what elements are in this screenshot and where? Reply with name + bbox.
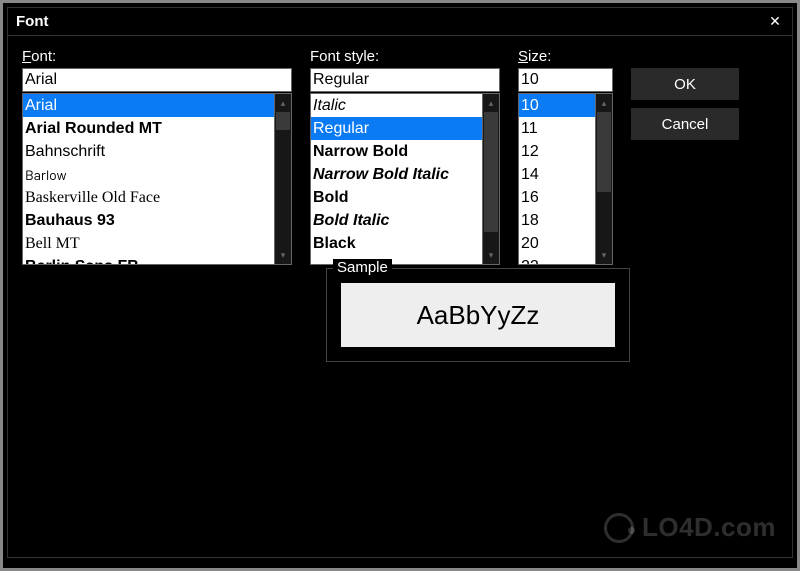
size-column: Size: 1011121416182022 ▴ ▾ — [518, 48, 613, 265]
list-item[interactable]: Black — [311, 232, 482, 255]
style-label: Font style: — [310, 48, 500, 65]
watermark-icon — [604, 513, 634, 543]
watermark: LO4D.com — [604, 512, 776, 543]
size-scrollbar[interactable]: ▴ ▾ — [595, 93, 613, 265]
list-item[interactable]: 12 — [519, 140, 595, 163]
size-label: Size: — [518, 48, 613, 65]
scroll-up-icon[interactable]: ▴ — [275, 94, 291, 112]
style-input[interactable] — [310, 68, 500, 92]
list-item[interactable]: 18 — [519, 209, 595, 232]
font-scrollbar[interactable]: ▴ ▾ — [274, 93, 292, 265]
scroll-thumb[interactable] — [484, 112, 498, 232]
window-title: Font — [16, 13, 48, 30]
list-item[interactable]: 22 — [519, 255, 595, 265]
list-item[interactable]: 14 — [519, 163, 595, 186]
dialog-content: Font: ArialArial Rounded MTBahnschriftBa… — [8, 36, 792, 277]
list-item[interactable]: Arial — [23, 94, 274, 117]
list-item[interactable]: 20 — [519, 232, 595, 255]
list-item[interactable]: Berlin Sans FB — [23, 255, 274, 265]
list-item[interactable]: Italic — [311, 94, 482, 117]
sample-group: Sample AaBbYyZz — [326, 268, 630, 362]
ok-button[interactable]: OK — [631, 68, 739, 100]
list-item[interactable]: Baskerville Old Face — [23, 186, 274, 209]
size-input[interactable] — [518, 68, 613, 92]
list-item[interactable]: Narrow Bold — [311, 140, 482, 163]
list-item[interactable]: 10 — [519, 94, 595, 117]
size-listbox[interactable]: 1011121416182022 ▴ ▾ — [518, 93, 613, 265]
list-item[interactable]: Regular — [311, 117, 482, 140]
style-scrollbar[interactable]: ▴ ▾ — [482, 93, 500, 265]
style-column: Font style: ItalicRegularNarrow BoldNarr… — [310, 48, 500, 265]
cancel-button[interactable]: Cancel — [631, 108, 739, 140]
scroll-down-icon[interactable]: ▾ — [275, 246, 291, 264]
style-listbox[interactable]: ItalicRegularNarrow BoldNarrow Bold Ital… — [310, 93, 500, 265]
watermark-text: LO4D.com — [642, 512, 776, 543]
titlebar: Font ✕ — [8, 8, 792, 36]
font-dialog: Font ✕ Font: ArialArial Rounded MTBahnsc… — [7, 7, 793, 558]
list-item[interactable]: Bauhaus 93 — [23, 209, 274, 232]
scroll-down-icon[interactable]: ▾ — [596, 246, 612, 264]
scroll-thumb[interactable] — [276, 112, 290, 130]
sample-preview: AaBbYyZz — [341, 283, 615, 347]
scroll-down-icon[interactable]: ▾ — [483, 246, 499, 264]
close-button[interactable]: ✕ — [760, 9, 790, 35]
font-listbox[interactable]: ArialArial Rounded MTBahnschriftBarlowBa… — [22, 93, 292, 265]
list-item[interactable]: Bahnschrift — [23, 140, 274, 163]
list-item[interactable]: 11 — [519, 117, 595, 140]
list-item[interactable]: Narrow Bold Italic — [311, 163, 482, 186]
button-column: OK Cancel — [631, 48, 739, 140]
font-column: Font: ArialArial Rounded MTBahnschriftBa… — [22, 48, 292, 265]
sample-label: Sample — [333, 259, 392, 276]
list-item[interactable]: Arial Rounded MT — [23, 117, 274, 140]
list-item[interactable]: Bold — [311, 186, 482, 209]
scroll-thumb[interactable] — [597, 112, 611, 192]
scroll-up-icon[interactable]: ▴ — [596, 94, 612, 112]
list-item[interactable]: Barlow — [23, 163, 274, 186]
scroll-up-icon[interactable]: ▴ — [483, 94, 499, 112]
font-input[interactable] — [22, 68, 292, 92]
list-item[interactable]: Bold Italic — [311, 209, 482, 232]
font-label: Font: — [22, 48, 292, 65]
list-item[interactable]: Bell MT — [23, 232, 274, 255]
list-item[interactable]: 16 — [519, 186, 595, 209]
close-icon: ✕ — [769, 13, 781, 30]
